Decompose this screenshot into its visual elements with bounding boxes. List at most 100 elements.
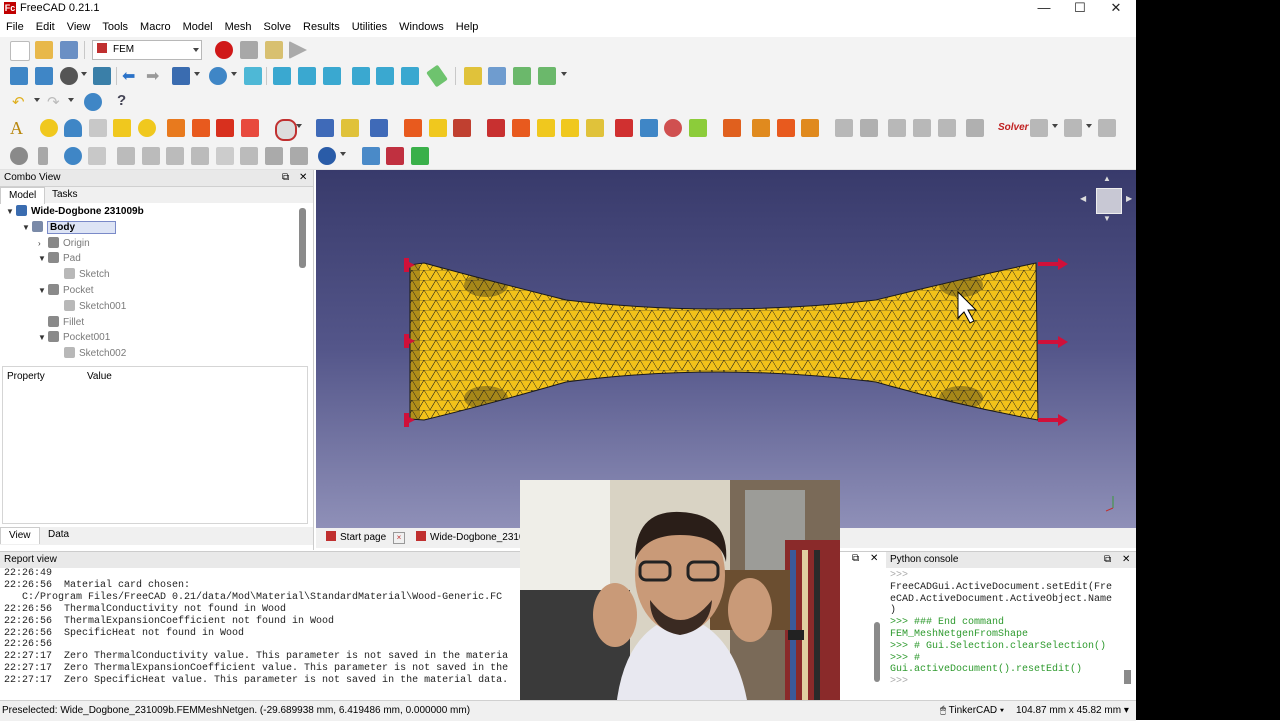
expand-arrow-icon[interactable]: › (38, 236, 48, 252)
element-geometry-2d-icon[interactable] (192, 119, 210, 137)
tree-item[interactable]: ▼ Pad (38, 251, 81, 267)
electrostatic-icon[interactable] (370, 119, 388, 137)
text-annotation-icon[interactable]: A (10, 118, 23, 139)
part-icon[interactable] (464, 67, 482, 85)
chevron-down-icon[interactable] (1086, 124, 1092, 128)
mesh-shape-icon[interactable] (10, 147, 28, 165)
link-actions-icon[interactable] (538, 67, 556, 85)
save-icon[interactable] (60, 41, 78, 59)
mesh-region-icon[interactable] (801, 119, 819, 137)
chevron-down-icon[interactable] (68, 98, 74, 102)
fluid-material-icon[interactable] (89, 119, 107, 137)
undock-icon[interactable]: ⧉ (852, 553, 859, 564)
data-along-line-icon[interactable] (216, 147, 234, 165)
left-icon[interactable] (401, 67, 419, 85)
filter-icon[interactable] (1098, 119, 1116, 137)
body-heat-icon[interactable] (429, 119, 447, 137)
tab-data[interactable]: Data (40, 527, 77, 543)
mesh-group-icon[interactable] (835, 119, 853, 137)
macro-stop-icon[interactable] (240, 41, 258, 59)
python-console[interactable]: Python console ⧉ ✕ >>> FreeCADGui.ActiveD… (886, 551, 1136, 700)
contours-icon[interactable] (290, 147, 308, 165)
macro-run-icon[interactable] (289, 41, 307, 59)
expand-arrow-icon[interactable]: ▼ (38, 251, 48, 267)
navigation-cube-icon[interactable]: ◀ ▶ ▲ ▼ (1080, 174, 1132, 223)
nonlinear-material-icon[interactable] (113, 119, 131, 137)
menu-solve[interactable]: Solve (257, 17, 297, 37)
initial-flow-icon[interactable] (341, 119, 359, 137)
flow-velocity-icon[interactable] (316, 119, 334, 137)
dimension-selector[interactable]: 104.87 mm x 45.82 mm ▾ (1016, 701, 1129, 721)
region-clip-icon[interactable] (265, 147, 283, 165)
workbench-selector[interactable]: FEM (92, 40, 202, 60)
undo-icon[interactable]: ↶ (12, 93, 25, 111)
menu-edit[interactable]: Edit (30, 17, 61, 37)
centrif-icon[interactable] (664, 119, 682, 137)
tree-item[interactable]: ▼ Pocket (38, 283, 94, 299)
back-icon[interactable]: ⬅ (122, 69, 135, 85)
expand-arrow-icon[interactable]: ▼ (38, 283, 48, 299)
mesh-display-icon[interactable] (913, 119, 931, 137)
fixed-constraint-icon[interactable] (487, 119, 505, 137)
front-icon[interactable] (273, 67, 291, 85)
close-button[interactable]: ✕ (1098, 0, 1134, 16)
force-icon[interactable] (615, 119, 633, 137)
mesh-netgen-icon[interactable] (723, 119, 741, 137)
group-icon[interactable] (488, 67, 506, 85)
fit-all-icon[interactable] (10, 67, 28, 85)
menu-file[interactable]: File (0, 17, 30, 37)
element-geometry-1d-icon[interactable] (167, 119, 185, 137)
sync-view-icon[interactable] (93, 67, 111, 85)
solver-icon[interactable]: Solver (998, 122, 1029, 133)
mesh-beam-icon[interactable] (38, 147, 48, 165)
rear-icon[interactable] (352, 67, 370, 85)
warp-icon[interactable] (191, 147, 209, 165)
cut-icon[interactable] (117, 147, 135, 165)
undock-icon[interactable]: ⧉ (282, 170, 289, 186)
temperature-icon[interactable] (453, 119, 471, 137)
menu-help[interactable]: Help (450, 17, 485, 37)
constraint-icon[interactable] (275, 119, 297, 141)
recompute-icon[interactable] (64, 147, 82, 165)
mesh-gmsh-icon[interactable] (752, 119, 770, 137)
tree-item[interactable]: ▼ Pocket001 (38, 330, 110, 346)
bottom-icon[interactable] (376, 67, 394, 85)
spring-icon[interactable] (586, 119, 604, 137)
mesh-grid-icon[interactable] (88, 147, 106, 165)
redo-icon[interactable]: ↷ (47, 93, 60, 111)
draw-style-icon[interactable] (60, 67, 78, 85)
chevron-down-icon[interactable] (296, 124, 302, 128)
menu-tools[interactable]: Tools (96, 17, 134, 37)
tab-tasks[interactable]: Tasks (44, 187, 86, 203)
tree-item[interactable]: Sketch (54, 267, 110, 283)
chevron-down-icon[interactable] (1052, 124, 1058, 128)
macro-record-icon[interactable] (215, 41, 233, 59)
report-scrollbar[interactable] (874, 622, 880, 682)
macro-edit-icon[interactable] (265, 41, 283, 59)
close-icon[interactable]: × (392, 532, 405, 544)
3d-viewport[interactable]: ◀ ▶ ▲ ▼ (316, 170, 1136, 528)
data-at-point-icon[interactable] (240, 147, 258, 165)
self-weight-icon[interactable] (689, 119, 707, 137)
new-document-icon[interactable] (10, 41, 30, 61)
displacement-icon[interactable] (512, 119, 530, 137)
whats-this-icon[interactable]: ? (117, 92, 126, 109)
scalar-clip-icon[interactable] (166, 147, 184, 165)
result-icon[interactable] (1030, 119, 1048, 137)
menu-results[interactable]: Results (297, 17, 346, 37)
mesh-boundary-icon[interactable] (777, 119, 795, 137)
solver-setup-icon[interactable] (966, 119, 984, 137)
tie-icon[interactable] (561, 119, 579, 137)
chevron-down-icon[interactable] (194, 72, 200, 76)
solid-material-icon[interactable] (64, 119, 82, 137)
expand-arrow-icon[interactable]: ▼ (22, 220, 32, 236)
mesh-info-icon[interactable] (938, 119, 956, 137)
tree-item[interactable]: ▼ Body (22, 220, 116, 236)
python-console-output[interactable]: >>> FreeCADGui.ActiveDocument.setEdit(Fre… (886, 570, 1126, 698)
mesh-clear-icon[interactable] (860, 119, 878, 137)
chevron-down-icon[interactable] (34, 98, 40, 102)
menu-utilities[interactable]: Utilities (346, 17, 393, 37)
tab-start-page[interactable]: Start page × (326, 530, 405, 546)
tab-view[interactable]: View (0, 527, 40, 544)
pressure-icon[interactable] (640, 119, 658, 137)
